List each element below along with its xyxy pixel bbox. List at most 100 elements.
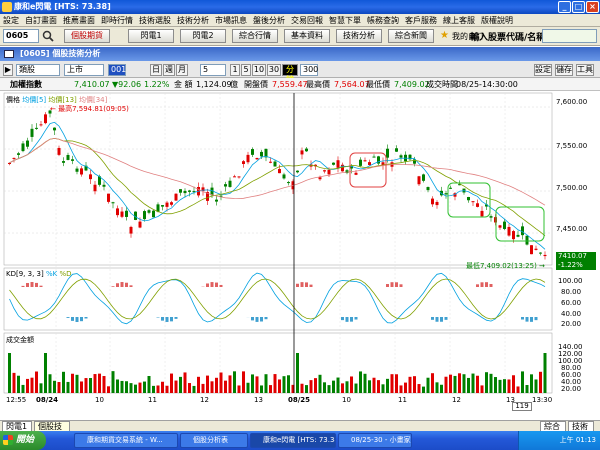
volume-bar — [44, 353, 47, 393]
index-pct: 1.22% — [144, 80, 170, 89]
chart-area[interactable]: 價格 均價[5] 均價[13] 均價[34] ← 最高7,594.81(09:0… — [0, 91, 600, 411]
day-button[interactable]: 日 — [150, 64, 162, 76]
y-tick-7600: 7,600.00 — [556, 98, 588, 106]
menu-smart-order[interactable]: 智慧下單 — [326, 14, 364, 26]
menu-tech-select[interactable]: 技術選股 — [136, 14, 174, 26]
week-button[interactable]: 週 — [163, 64, 175, 76]
technical-chart[interactable] — [0, 91, 600, 411]
save-button[interactable]: 儲存 — [555, 64, 573, 76]
count-input[interactable]: 300 — [300, 64, 318, 76]
candle-body — [66, 154, 70, 160]
menu-online-support[interactable]: 線上客服 — [440, 14, 478, 26]
kd-tick-40: 40.00 — [561, 310, 582, 318]
close-button[interactable]: × — [586, 1, 599, 13]
volume-bar — [143, 381, 146, 393]
x-label: 08/25 — [288, 396, 311, 404]
x-label: 10 — [342, 396, 351, 404]
task-futures-system[interactable]: 康和期貨交易系統 - W... — [74, 433, 178, 448]
menu-market-news[interactable]: 市場訊息 — [212, 14, 250, 26]
candle-body — [44, 114, 47, 124]
index-select[interactable]: 001 — [108, 64, 126, 76]
x-label: 10 — [95, 396, 104, 404]
search-icon[interactable] — [42, 30, 54, 42]
volume-bar — [138, 382, 142, 393]
volume-bar — [300, 383, 304, 393]
volume-bar — [336, 377, 340, 393]
interval-30-button[interactable]: 30 — [267, 64, 281, 76]
flash2-button[interactable]: 閃電2 — [180, 29, 226, 43]
task-stock-analysis[interactable]: 個股分析表 — [180, 433, 248, 448]
volume-bar — [102, 376, 106, 393]
minute-button[interactable]: 分鐘 — [282, 64, 298, 84]
bar-count-box[interactable]: 119 — [512, 402, 532, 411]
code-select[interactable]: 0605 — [3, 29, 39, 43]
menu-tech-analysis[interactable]: 技術分析 — [174, 14, 212, 26]
maximize-button[interactable]: □ — [572, 1, 585, 13]
stock-input[interactable] — [542, 29, 597, 43]
settings-button[interactable]: 設定 — [534, 64, 552, 76]
volume-bar — [8, 353, 11, 393]
y-tick-7550: 7,550.00 — [556, 142, 588, 150]
candle-body — [435, 201, 439, 206]
volume-bar — [368, 380, 371, 393]
candle-body — [53, 127, 56, 131]
control-bar: ▶ 類股 上市 001 日 週 月 5 1 5 10 30 分鐘 300 設定 … — [0, 61, 600, 84]
menu-copyright[interactable]: 版權說明 — [478, 14, 516, 26]
composite-quote-button[interactable]: 綜合行情 — [232, 29, 278, 43]
volume-bar — [264, 374, 268, 393]
candle-body — [233, 176, 236, 178]
volume-bar — [233, 371, 236, 393]
menu-trade-report[interactable]: 交易回報 — [288, 14, 326, 26]
news-button[interactable]: 綜合新聞 — [388, 29, 434, 43]
basic-info-button[interactable]: 基本資料 — [284, 29, 330, 43]
tools-button[interactable]: 工具 — [576, 64, 594, 76]
candle-body — [336, 160, 340, 168]
time-value: 08/25-14:30:00 — [456, 80, 518, 89]
menu-realtime[interactable]: 即時行情 — [98, 14, 136, 26]
start-button[interactable]: 開始 — [0, 431, 46, 450]
menu-service[interactable]: 客戶服務 — [402, 14, 440, 26]
flash1-button[interactable]: 閃電1 — [128, 29, 174, 43]
candle-body — [476, 203, 479, 207]
volume-bar — [165, 385, 169, 393]
candle-body — [138, 221, 142, 228]
interval-1-button[interactable]: 1 — [230, 64, 240, 76]
volume-bar — [161, 381, 164, 393]
volume-bar — [17, 375, 20, 393]
volume-bar — [170, 373, 173, 393]
menu-recommended[interactable]: 推薦畫面 — [60, 14, 98, 26]
volume-bar — [260, 385, 263, 393]
interval-select[interactable]: 5 — [200, 64, 226, 76]
clock: 上午 01:13 — [559, 436, 596, 444]
y-tick-7500: 7,500.00 — [556, 184, 588, 192]
task-flash-app[interactable]: 康和e閃電 [HTS: 73.38] — [250, 433, 336, 448]
volume-bar — [215, 377, 218, 393]
interval-10-button[interactable]: 10 — [252, 64, 266, 76]
candle-body — [332, 162, 335, 165]
play-icon[interactable]: ▶ — [3, 64, 13, 76]
low-annotation: 最低7,409.02(13:25) → — [466, 262, 545, 270]
candle-body — [57, 147, 61, 155]
volume-bar — [282, 376, 286, 393]
menu-after-hours[interactable]: 盤後分析 — [250, 14, 288, 26]
stock-futures-button[interactable]: 個股期貨 — [64, 29, 110, 43]
volume-bar — [386, 378, 389, 393]
minimize-button[interactable]: _ — [558, 1, 571, 13]
month-button[interactable]: 月 — [176, 64, 188, 76]
type-select[interactable]: 類股 — [16, 64, 60, 76]
candle-body — [539, 252, 542, 254]
candle-body — [8, 162, 11, 164]
task-paint[interactable]: 08/25-30 - 小畫家 — [338, 433, 412, 448]
market-select[interactable]: 上市 — [64, 64, 104, 76]
candle-body — [426, 187, 430, 191]
tech-analysis-button[interactable]: 技術分析 — [336, 29, 382, 43]
candle-body — [174, 193, 178, 201]
volume-bar — [395, 374, 398, 393]
interval-5-button[interactable]: 5 — [241, 64, 251, 76]
menu-account[interactable]: 帳務查詢 — [364, 14, 402, 26]
index-change: ▼92.06 — [112, 80, 142, 89]
high-label: 最高價 — [306, 80, 330, 89]
menu-custom-screen[interactable]: 自訂畫面 — [22, 14, 60, 26]
menu-settings[interactable]: 設定 — [0, 14, 22, 26]
candle-body — [422, 174, 425, 181]
